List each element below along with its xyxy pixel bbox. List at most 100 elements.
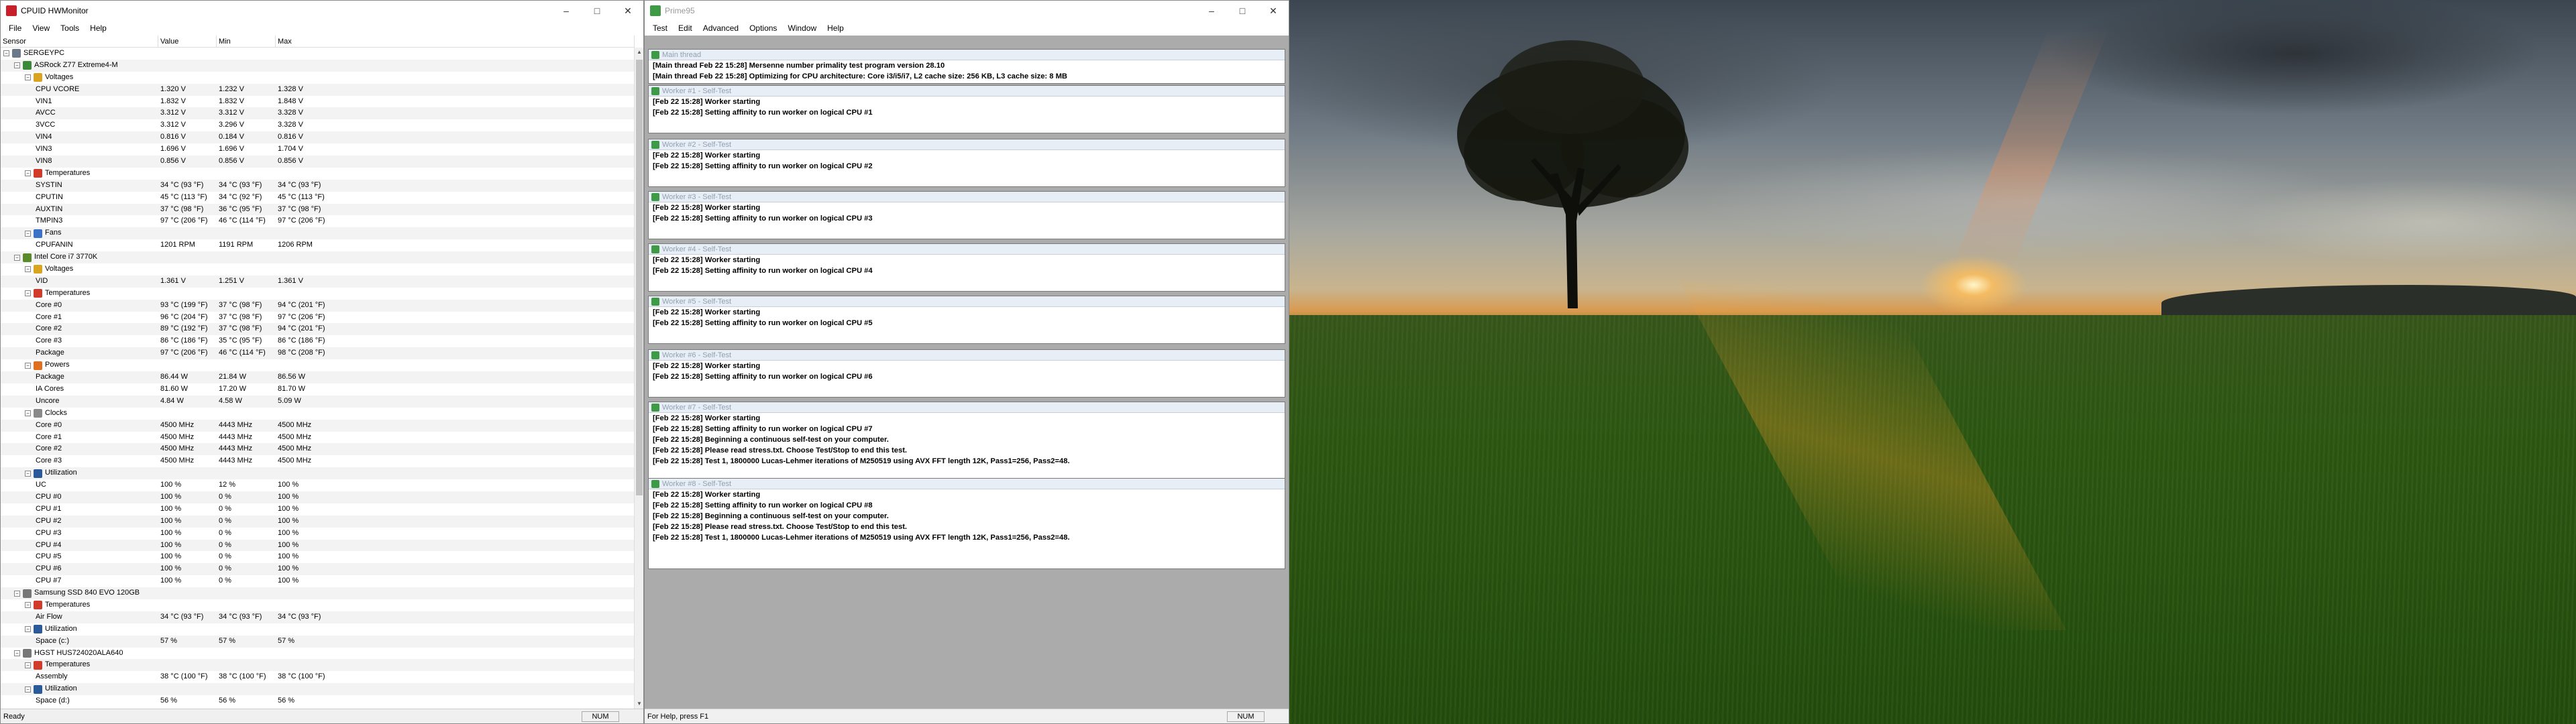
sensor-row[interactable]: VIN8 0.856 V 0.856 V 0.856 V [1, 156, 635, 168]
tree-group-row[interactable]: − Intel Core i7 3770K [1, 251, 635, 264]
sensor-row[interactable]: Air Flow 34 °C (93 °F) 34 °C (93 °F) 34 °C … [1, 611, 635, 623]
child-window-titlebar[interactable]: Worker #4 - Self-Test [649, 244, 1285, 255]
child-window-titlebar[interactable]: Worker #6 - Self-Test [649, 350, 1285, 361]
scroll-up-icon[interactable]: ▲ [635, 48, 644, 57]
column-max[interactable]: Max [276, 36, 635, 47]
sensor-tree[interactable]: − SERGEYPC − ASRock Z77 Extreme4-M − Voltages… [1, 48, 635, 709]
close-button[interactable]: ✕ [1258, 1, 1289, 21]
menu-help[interactable]: Help [85, 23, 112, 33]
tree-group-row[interactable]: − Temperatures [1, 168, 635, 180]
sensor-row[interactable]: IA Cores 81.60 W 17.20 W 81.70 W [1, 383, 635, 396]
collapse-toggle-icon[interactable]: − [25, 362, 31, 369]
collapse-toggle-icon[interactable]: − [25, 230, 31, 237]
maximize-button[interactable]: □ [1227, 1, 1258, 21]
tree-group-row[interactable]: − Powers [1, 359, 635, 371]
sensor-row[interactable]: CPU #0 100 % 0 % 100 % [1, 491, 635, 503]
sensor-row[interactable]: CPUTIN 45 °C (113 °F) 34 °C (92 °F) 45 °C (… [1, 192, 635, 204]
tree-group-row[interactable]: − Utilization [1, 623, 635, 636]
tree-group-row[interactable]: − Temperatures [1, 599, 635, 611]
column-sensor[interactable]: Sensor [1, 36, 158, 47]
collapse-toggle-icon[interactable]: − [25, 290, 31, 297]
collapse-toggle-icon[interactable]: − [14, 650, 20, 656]
sensor-row[interactable]: AVCC 3.312 V 3.312 V 3.328 V [1, 107, 635, 120]
collapse-toggle-icon[interactable]: − [25, 470, 31, 477]
child-window-titlebar[interactable]: Main thread [649, 50, 1285, 60]
sensor-row[interactable]: Core #2 4500 MHz 4443 MHz 4500 MHz [1, 443, 635, 456]
child-window-titlebar[interactable]: Worker #3 - Self-Test [649, 192, 1285, 202]
worker-window[interactable]: Worker #7 - Self-Test [Feb 22 15:28] Work… [648, 402, 1285, 490]
worker-window[interactable]: Worker #6 - Self-Test [Feb 22 15:28] Work… [648, 349, 1285, 398]
tree-group-row[interactable]: − Voltages [1, 72, 635, 84]
sensor-row[interactable]: CPU #3 100 % 0 % 100 % [1, 528, 635, 540]
sensor-row[interactable]: CPU #1 100 % 0 % 100 % [1, 503, 635, 516]
tree-group-row[interactable]: − Utilization [1, 467, 635, 480]
tree-group-row[interactable]: − HGST HUS724020ALA640 [1, 648, 635, 660]
worker-window[interactable]: Worker #2 - Self-Test [Feb 22 15:28] Work… [648, 139, 1285, 187]
collapse-toggle-icon[interactable]: − [25, 170, 31, 177]
tree-group-row[interactable]: − Samsung SSD 840 EVO 120GB [1, 587, 635, 599]
sensor-row[interactable]: Package 86.44 W 21.84 W 86.56 W [1, 371, 635, 383]
sensor-row[interactable]: CPU #2 100 % 0 % 100 % [1, 515, 635, 528]
collapse-toggle-icon[interactable]: − [25, 602, 31, 609]
tree-group-row[interactable]: − Fans [1, 227, 635, 240]
tree-group-row[interactable]: − Temperatures [1, 288, 635, 300]
sensor-row[interactable]: CPU #7 100 % 0 % 100 % [1, 575, 635, 587]
prime95-window[interactable]: Prime95 – □ ✕ Test Edit Advanced Options… [644, 0, 1289, 724]
column-min[interactable]: Min [217, 36, 276, 47]
sensor-row[interactable]: 3VCC 3.312 V 3.296 V 3.328 V [1, 119, 635, 131]
worker-window[interactable]: Worker #1 - Self-Test [Feb 22 15:28] Work… [648, 85, 1285, 133]
sensor-row[interactable]: Package 97 °C (206 °F) 46 °C (114 °F) 98 °C… [1, 347, 635, 360]
sensor-row[interactable]: CPU #4 100 % 0 % 100 % [1, 539, 635, 552]
sensor-row[interactable]: SYSTIN 34 °C (93 °F) 34 °C (93 °F) 34 °C (9… [1, 179, 635, 192]
sensor-row[interactable]: Core #2 89 °C (192 °F) 37 °C (98 °F) 94 °C … [1, 323, 635, 336]
collapse-toggle-icon[interactable]: − [14, 590, 20, 597]
tree-group-row[interactable]: − Utilization [1, 683, 635, 696]
tree-group-row[interactable]: − Temperatures [1, 659, 635, 672]
worker-window[interactable]: Worker #8 - Self-Test [Feb 22 15:28] Work… [648, 478, 1285, 569]
menu-test[interactable]: Test [647, 23, 673, 33]
minimize-button[interactable]: – [551, 1, 582, 21]
main-thread-window[interactable]: Main thread [Main thread Feb 22 15:28] Me… [648, 49, 1285, 84]
close-button[interactable]: ✕ [612, 1, 643, 21]
worker-window[interactable]: Worker #3 - Self-Test [Feb 22 15:28] Work… [648, 191, 1285, 239]
sensor-row[interactable]: Core #3 86 °C (186 °F) 35 °C (95 °F) 86 °C … [1, 335, 635, 347]
worker-window[interactable]: Worker #5 - Self-Test [Feb 22 15:28] Work… [648, 296, 1285, 344]
menu-edit[interactable]: Edit [673, 23, 698, 33]
tree-group-row[interactable]: − Voltages [1, 263, 635, 276]
collapse-toggle-icon[interactable]: − [3, 50, 9, 57]
worker-window[interactable]: Worker #4 - Self-Test [Feb 22 15:28] Work… [648, 243, 1285, 292]
maximize-button[interactable]: □ [582, 1, 612, 21]
sensor-row[interactable]: VIN4 0.816 V 0.184 V 0.816 V [1, 131, 635, 144]
sensor-row[interactable]: CPU #5 100 % 0 % 100 % [1, 551, 635, 563]
tree-group-row[interactable]: − Clocks [1, 408, 635, 420]
menu-file[interactable]: File [3, 23, 27, 33]
collapse-toggle-icon[interactable]: − [25, 410, 31, 417]
tree-group-row[interactable]: − ASRock Z77 Extreme4-M [1, 59, 635, 72]
hwmonitor-window[interactable]: CPUID HWMonitor – □ ✕ File View Tools He… [0, 0, 644, 724]
child-window-titlebar[interactable]: Worker #5 - Self-Test [649, 296, 1285, 307]
vertical-scrollbar[interactable]: ▲ ▼ [634, 48, 643, 709]
tree-group-row[interactable]: − SERGEYPC [1, 48, 635, 60]
sensor-row[interactable]: Core #0 93 °C (199 °F) 37 °C (98 °F) 94 °C … [1, 299, 635, 312]
sensor-row[interactable]: CPU #6 100 % 0 % 100 % [1, 563, 635, 576]
menu-window[interactable]: Window [782, 23, 822, 33]
child-window-titlebar[interactable]: Worker #2 - Self-Test [649, 139, 1285, 150]
scroll-down-icon[interactable]: ▼ [635, 699, 644, 709]
sensor-row[interactable]: CPU VCORE 1.320 V 1.232 V 1.328 V [1, 83, 635, 96]
sensor-row[interactable]: VID 1.361 V 1.251 V 1.361 V [1, 275, 635, 288]
collapse-toggle-icon[interactable]: − [25, 626, 31, 633]
child-window-titlebar[interactable]: Worker #7 - Self-Test [649, 402, 1285, 413]
menu-tools[interactable]: Tools [55, 23, 85, 33]
sensor-row[interactable]: TMPIN3 97 °C (206 °F) 46 °C (114 °F) 97 °C … [1, 215, 635, 227]
scrollbar-thumb[interactable] [636, 60, 643, 495]
sensor-row[interactable]: Core #0 4500 MHz 4443 MHz 4500 MHz [1, 419, 635, 432]
menu-options[interactable]: Options [744, 23, 782, 33]
collapse-toggle-icon[interactable]: − [14, 254, 20, 261]
prime95-titlebar[interactable]: Prime95 – □ ✕ [645, 1, 1289, 21]
sensor-row[interactable]: Space (c:) 57 % 57 % 57 % [1, 635, 635, 648]
column-value[interactable]: Value [158, 36, 217, 47]
sensor-row[interactable]: VIN3 1.696 V 1.696 V 1.704 V [1, 143, 635, 156]
menu-view[interactable]: View [27, 23, 55, 33]
child-window-titlebar[interactable]: Worker #1 - Self-Test [649, 86, 1285, 97]
child-window-titlebar[interactable]: Worker #8 - Self-Test [649, 479, 1285, 489]
